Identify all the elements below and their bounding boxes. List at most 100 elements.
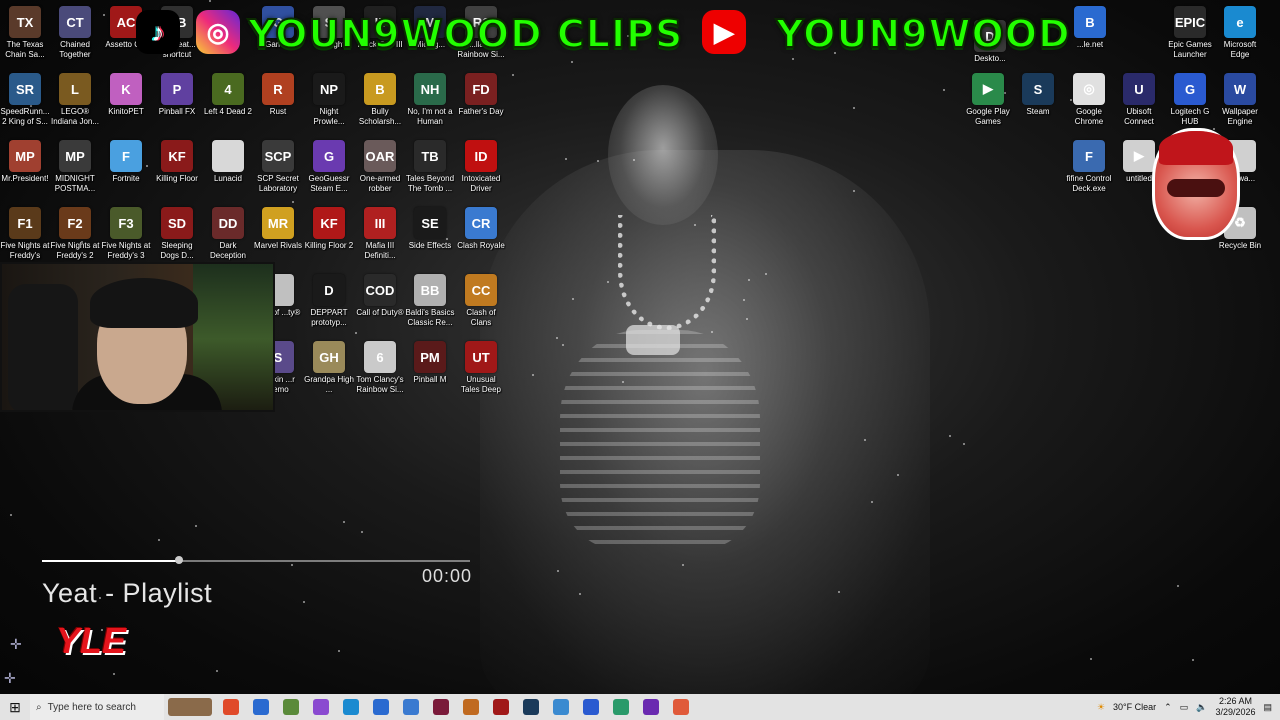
desktop-icon[interactable]: CR Clash Royale bbox=[456, 207, 506, 251]
desktop-icon[interactable]: D DEPPART prototyp... bbox=[304, 274, 354, 328]
playback-progress-fill bbox=[42, 560, 179, 562]
chevron-up-icon[interactable]: ⌃ bbox=[1164, 702, 1172, 713]
taskbar-firefox[interactable] bbox=[246, 694, 276, 720]
desktop-icon[interactable]: 6 Tom Clancy's Rainbow Si... bbox=[355, 341, 405, 395]
desktop-icon[interactable]: Lunacid bbox=[203, 140, 253, 184]
desktop-icon[interactable]: ID Intoxicated Driver bbox=[456, 140, 506, 194]
desktop-icon[interactable]: K KinitoPET bbox=[101, 73, 151, 117]
taskbar-steam[interactable] bbox=[516, 694, 546, 720]
desktop-icon[interactable]: GH Grandpa High ... bbox=[304, 341, 354, 395]
taskbar-chrome[interactable] bbox=[216, 694, 246, 720]
clock-time: 2:26 AM bbox=[1218, 696, 1252, 706]
volume-icon[interactable]: 🔈 bbox=[1196, 702, 1207, 713]
particle bbox=[562, 344, 564, 346]
desktop-icon[interactable]: EPIC Epic Games Launcher bbox=[1165, 6, 1215, 60]
desktop-icon[interactable]: BB Baldi's Basics Classic Re... bbox=[405, 274, 455, 328]
desktop-icon[interactable]: KF Killing Floor bbox=[152, 140, 202, 184]
taskbar-clock[interactable]: 2:26 AM 3/29/2026 bbox=[1215, 696, 1255, 718]
desktop-icon[interactable]: DD Dark Deception bbox=[203, 207, 253, 261]
desktop-icon[interactable]: KF Killing Floor 2 bbox=[304, 207, 354, 251]
desktop-icon-image: GH bbox=[313, 341, 345, 373]
taskbar-app-7[interactable] bbox=[396, 694, 426, 720]
notification-icon[interactable]: ▤ bbox=[1263, 702, 1272, 713]
desktop-icon[interactable]: P Pinball FX bbox=[152, 73, 202, 117]
desktop-icon-image: NP bbox=[313, 73, 345, 105]
desktop-icon[interactable]: U Ubisoft Connect bbox=[1114, 73, 1164, 127]
desktop-icon-image: ▶ bbox=[1123, 140, 1155, 172]
desktop-icon[interactable]: CC Clash of Clans bbox=[456, 274, 506, 328]
desktop-icon[interactable]: W Wallpaper Engine bbox=[1215, 73, 1265, 127]
desktop-icon[interactable]: 4 Left 4 Dead 2 bbox=[203, 73, 253, 117]
desktop-icon[interactable]: F2 Five Nights at Freddy's 2 bbox=[50, 207, 100, 261]
desktop-icon[interactable]: e Microsoft Edge bbox=[1215, 6, 1265, 60]
desktop-icon[interactable]: III Mafia III Definiti... bbox=[355, 207, 405, 261]
webcam-overlay bbox=[0, 262, 275, 412]
desktop-icon[interactable]: G GeoGuessr Steam E... bbox=[304, 140, 354, 194]
stream-banner: ♪ ◎ YOUN9WOOD CLIPS ▶ YOUN9WOOD bbox=[130, 4, 1090, 58]
desktop-icon[interactable]: G Logitech G HUB bbox=[1165, 73, 1215, 127]
desktop-icon[interactable]: OAR One-armed robber bbox=[355, 140, 405, 194]
desktop-icon[interactable]: ▶ Google Play Games bbox=[963, 73, 1013, 127]
desktop-icon-label: Tom Clancy's Rainbow Si... bbox=[356, 375, 404, 394]
desktop-icon-label: Call of Duty® bbox=[356, 308, 404, 317]
desktop-icon-label: Intoxicated Driver bbox=[461, 174, 501, 193]
desktop-icon-image: SE bbox=[414, 207, 446, 239]
taskbar-app-12[interactable] bbox=[546, 694, 576, 720]
taskbar-app-14[interactable] bbox=[606, 694, 636, 720]
desktop-icon-label: MIDNIGHT POSTMA... bbox=[54, 174, 96, 193]
start-button[interactable]: ⊞ bbox=[0, 694, 30, 720]
desktop-icon[interactable]: SCP SCP Secret Laboratory bbox=[253, 140, 303, 194]
sticker-glasses bbox=[1167, 179, 1225, 197]
desktop-icon[interactable]: MP Mr.President! bbox=[0, 140, 50, 184]
taskbar-wallpaper-thumb[interactable] bbox=[164, 694, 216, 720]
desktop-icon[interactable]: F3 Five Nights at Freddy's 3 bbox=[101, 207, 151, 261]
playback-progress-bar[interactable] bbox=[42, 556, 470, 564]
desktop-icon[interactable]: NP Night Prowle... bbox=[304, 73, 354, 127]
taskbar-minecraft[interactable] bbox=[276, 694, 306, 720]
taskbar-copilot[interactable] bbox=[306, 694, 336, 720]
taskbar-chrome-icon bbox=[223, 699, 239, 715]
weather-readout[interactable]: 30°F Clear bbox=[1113, 702, 1156, 712]
taskbar-search[interactable]: ⌕ Type here to search bbox=[30, 694, 164, 720]
desktop-icon[interactable]: CT Chained Together bbox=[50, 6, 100, 60]
desktop-icon-label: Clash Royale bbox=[457, 241, 505, 250]
taskbar-app-13[interactable] bbox=[576, 694, 606, 720]
desktop-icon[interactable]: SD Sleeping Dogs D... bbox=[152, 207, 202, 261]
desktop-icon-image: P bbox=[161, 73, 193, 105]
desktop-icon[interactable]: Ffifine Control Deck.exe bbox=[1064, 140, 1114, 194]
desktop-icon[interactable]: F Fortnite bbox=[101, 140, 151, 184]
playback-progress-knob[interactable] bbox=[174, 556, 183, 564]
desktop-icon[interactable]: PM Pinball M bbox=[405, 341, 455, 385]
desktop-icon[interactable]: L LEGO® Indiana Jon... bbox=[50, 73, 100, 127]
taskbar-edge[interactable] bbox=[336, 694, 366, 720]
desktop-icon-label: Fortnite bbox=[112, 174, 140, 183]
taskbar-app-8[interactable] bbox=[426, 694, 456, 720]
desktop-icon[interactable]: UT Unusual Tales Deep Below bbox=[456, 341, 506, 395]
taskbar-app-15[interactable] bbox=[636, 694, 666, 720]
taskbar-store[interactable] bbox=[366, 694, 396, 720]
desktop-icon[interactable]: SR SpeedRunn... 2 King of S... bbox=[0, 73, 50, 127]
desktop-icon[interactable]: B Bully Scholarsh... bbox=[355, 73, 405, 127]
taskbar-app-16[interactable] bbox=[666, 694, 696, 720]
taskbar-app-9[interactable] bbox=[456, 694, 486, 720]
desktop-icon[interactable]: ◎ Google Chrome bbox=[1064, 73, 1114, 127]
desktop-icon[interactable]: SE Side Effects bbox=[405, 207, 455, 251]
desktop-icon[interactable]: TB Tales Beyond The Tomb ... bbox=[405, 140, 455, 194]
network-icon[interactable]: ▭ bbox=[1180, 702, 1189, 713]
taskbar-edge-icon bbox=[343, 699, 359, 715]
system-tray: ☀ 30°F Clear ⌃ ▭ 🔈 2:26 AM 3/29/2026 ▤ bbox=[1097, 696, 1280, 718]
desktop-icon[interactable]: FD Father's Day bbox=[456, 73, 506, 117]
desktop-icon[interactable]: COD Call of Duty® bbox=[355, 274, 405, 318]
desktop-icon[interactable]: F1 Five Nights at Freddy's bbox=[0, 207, 50, 261]
desktop-icon[interactable]: MR Marvel Rivals bbox=[253, 207, 303, 251]
taskbar-apps bbox=[164, 694, 696, 720]
desktop-icon[interactable]: MP MIDNIGHT POSTMA... bbox=[50, 140, 100, 194]
desktop-icon[interactable]: NH No, I'm not a Human bbox=[405, 73, 455, 127]
taskbar-app-10[interactable] bbox=[486, 694, 516, 720]
wallpaper-figure-head bbox=[608, 85, 718, 225]
desktop-icon[interactable]: R Rust bbox=[253, 73, 303, 117]
desktop-icon[interactable]: TX The Texas Chain Sa... bbox=[0, 6, 50, 60]
desktop-icon-label: SCP Secret Laboratory bbox=[257, 174, 299, 193]
desktop-icon-label: Tales Beyond The Tomb ... bbox=[405, 174, 455, 193]
desktop-icon[interactable]: S Steam bbox=[1013, 73, 1063, 117]
